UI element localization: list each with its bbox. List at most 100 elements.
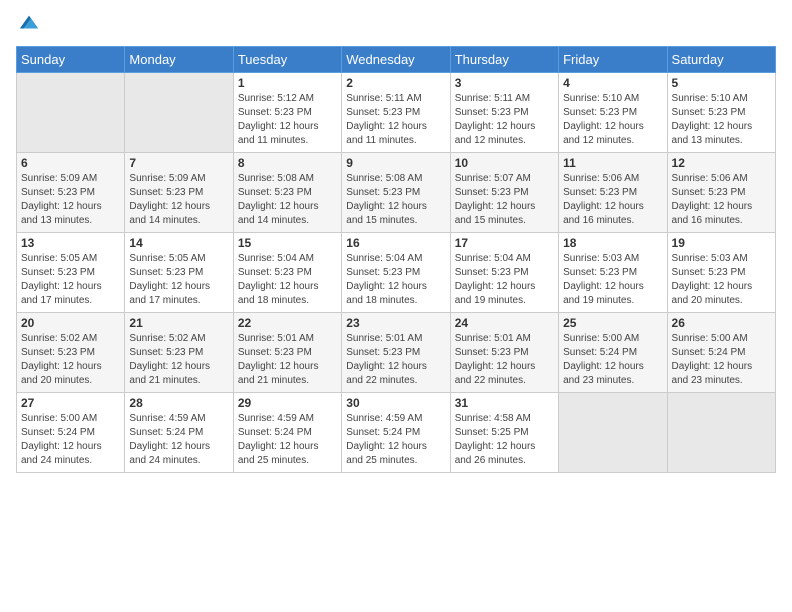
day-info: Sunrise: 5:11 AM Sunset: 5:23 PM Dayligh… (346, 92, 445, 148)
weekday-header: Tuesday (233, 47, 341, 73)
calendar-cell: 17 Sunrise: 5:04 AM Sunset: 5:23 PM Dayli… (450, 233, 558, 313)
day-info: Sunrise: 5:01 AM Sunset: 5:23 PM Dayligh… (238, 332, 337, 388)
day-number: 23 (346, 316, 445, 330)
weekday-header-row: SundayMondayTuesdayWednesdayThursdayFrid… (17, 47, 776, 73)
calendar-cell: 11Sunrise: 5:06 AM Sunset: 5:23 PM Dayli… (559, 153, 667, 233)
day-info: Sunrise: 5:10 AM Sunset: 5:23 PM Dayligh… (563, 92, 662, 148)
day-number: 26 (672, 316, 771, 330)
calendar-cell: 7Sunrise: 5:09 AM Sunset: 5:23 PM Daylig… (125, 153, 233, 233)
day-info: Sunrise: 5:02 AM Sunset: 5:23 PM Dayligh… (129, 332, 228, 388)
calendar-cell: 6 Sunrise: 5:09 AM Sunset: 5:23 PM Daylig… (17, 153, 125, 233)
weekday-header: Thursday (450, 47, 558, 73)
calendar-week-row: 1 Sunrise: 5:12 AM Sunset: 5:23 PM Daylig… (17, 73, 776, 153)
calendar-week-row: 27 Sunrise: 5:00 AM Sunset: 5:24 PM Dayli… (17, 393, 776, 473)
calendar-cell (667, 393, 775, 473)
day-number: 8 (238, 156, 337, 170)
calendar-cell: 13 Sunrise: 5:05 AM Sunset: 5:23 PM Dayli… (17, 233, 125, 313)
calendar-week-row: 6 Sunrise: 5:09 AM Sunset: 5:23 PM Daylig… (17, 153, 776, 233)
day-number: 24 (455, 316, 554, 330)
calendar-cell: 3 Sunrise: 5:11 AM Sunset: 5:23 PM Daylig… (450, 73, 558, 153)
calendar-cell: 22 Sunrise: 5:01 AM Sunset: 5:23 PM Dayli… (233, 313, 341, 393)
logo (16, 16, 40, 34)
day-info: Sunrise: 4:59 AM Sunset: 5:24 PM Dayligh… (129, 412, 228, 468)
calendar-cell: 26 Sunrise: 5:00 AM Sunset: 5:24 PM Dayli… (667, 313, 775, 393)
calendar-cell: 10Sunrise: 5:07 AM Sunset: 5:23 PM Dayli… (450, 153, 558, 233)
calendar-table: SundayMondayTuesdayWednesdayThursdayFrid… (16, 46, 776, 473)
calendar-cell: 8 Sunrise: 5:08 AM Sunset: 5:23 PM Daylig… (233, 153, 341, 233)
calendar-cell (125, 73, 233, 153)
day-number: 30 (346, 396, 445, 410)
day-info: Sunrise: 5:03 AM Sunset: 5:23 PM Dayligh… (672, 252, 771, 308)
day-info: Sunrise: 4:59 AM Sunset: 5:24 PM Dayligh… (346, 412, 445, 468)
day-number: 19 (672, 236, 771, 250)
day-info: Sunrise: 5:09 AM Sunset: 5:23 PM Dayligh… (21, 172, 120, 228)
calendar-cell: 16 Sunrise: 5:04 AM Sunset: 5:23 PM Dayli… (342, 233, 450, 313)
day-number: 31 (455, 396, 554, 410)
weekday-header: Friday (559, 47, 667, 73)
day-number: 3 (455, 76, 554, 90)
calendar-cell: 21 Sunrise: 5:02 AM Sunset: 5:23 PM Dayli… (125, 313, 233, 393)
weekday-header: Monday (125, 47, 233, 73)
logo-icon (18, 12, 40, 34)
calendar-cell: 18 Sunrise: 5:03 AM Sunset: 5:23 PM Dayli… (559, 233, 667, 313)
day-number: 15 (238, 236, 337, 250)
day-number: 14 (129, 236, 228, 250)
calendar-cell: 14 Sunrise: 5:05 AM Sunset: 5:23 PM Dayli… (125, 233, 233, 313)
day-info: Sunrise: 5:01 AM Sunset: 5:23 PM Dayligh… (455, 332, 554, 388)
day-number: 21 (129, 316, 228, 330)
day-info: Sunrise: 5:04 AM Sunset: 5:23 PM Dayligh… (238, 252, 337, 308)
day-info: Sunrise: 5:06 AM Sunset: 5:23 PM Dayligh… (563, 172, 662, 228)
page-header (16, 16, 776, 34)
calendar-cell: 9 Sunrise: 5:08 AM Sunset: 5:23 PM Daylig… (342, 153, 450, 233)
day-info: Sunrise: 5:08 AM Sunset: 5:23 PM Dayligh… (238, 172, 337, 228)
day-number: 7 (129, 156, 228, 170)
day-number: 18 (563, 236, 662, 250)
day-number: 6 (21, 156, 120, 170)
day-info: Sunrise: 5:00 AM Sunset: 5:24 PM Dayligh… (672, 332, 771, 388)
weekday-header: Saturday (667, 47, 775, 73)
day-info: Sunrise: 5:01 AM Sunset: 5:23 PM Dayligh… (346, 332, 445, 388)
calendar-cell: 23 Sunrise: 5:01 AM Sunset: 5:23 PM Dayli… (342, 313, 450, 393)
calendar-week-row: 20 Sunrise: 5:02 AM Sunset: 5:23 PM Dayli… (17, 313, 776, 393)
calendar-cell: 31 Sunrise: 4:58 AM Sunset: 5:25 PM Dayli… (450, 393, 558, 473)
day-number: 5 (672, 76, 771, 90)
day-number: 4 (563, 76, 662, 90)
day-info: Sunrise: 5:08 AM Sunset: 5:23 PM Dayligh… (346, 172, 445, 228)
day-info: Sunrise: 5:00 AM Sunset: 5:24 PM Dayligh… (563, 332, 662, 388)
day-number: 25 (563, 316, 662, 330)
day-info: Sunrise: 5:05 AM Sunset: 5:23 PM Dayligh… (129, 252, 228, 308)
day-info: Sunrise: 5:04 AM Sunset: 5:23 PM Dayligh… (346, 252, 445, 308)
day-info: Sunrise: 4:58 AM Sunset: 5:25 PM Dayligh… (455, 412, 554, 468)
day-info: Sunrise: 5:03 AM Sunset: 5:23 PM Dayligh… (563, 252, 662, 308)
calendar-cell: 27 Sunrise: 5:00 AM Sunset: 5:24 PM Dayli… (17, 393, 125, 473)
calendar-cell: 2 Sunrise: 5:11 AM Sunset: 5:23 PM Daylig… (342, 73, 450, 153)
day-number: 2 (346, 76, 445, 90)
day-number: 22 (238, 316, 337, 330)
calendar-cell: 19 Sunrise: 5:03 AM Sunset: 5:23 PM Dayli… (667, 233, 775, 313)
day-number: 1 (238, 76, 337, 90)
calendar-cell: 4 Sunrise: 5:10 AM Sunset: 5:23 PM Daylig… (559, 73, 667, 153)
calendar-week-row: 13 Sunrise: 5:05 AM Sunset: 5:23 PM Dayli… (17, 233, 776, 313)
day-number: 20 (21, 316, 120, 330)
day-info: Sunrise: 5:04 AM Sunset: 5:23 PM Dayligh… (455, 252, 554, 308)
day-number: 10 (455, 156, 554, 170)
day-number: 17 (455, 236, 554, 250)
day-info: Sunrise: 5:05 AM Sunset: 5:23 PM Dayligh… (21, 252, 120, 308)
day-number: 29 (238, 396, 337, 410)
calendar-cell: 20Sunrise: 5:02 AM Sunset: 5:23 PM Dayli… (17, 313, 125, 393)
calendar-cell (559, 393, 667, 473)
day-number: 16 (346, 236, 445, 250)
day-number: 12 (672, 156, 771, 170)
calendar-cell: 29Sunrise: 4:59 AM Sunset: 5:24 PM Dayli… (233, 393, 341, 473)
calendar-cell: 15 Sunrise: 5:04 AM Sunset: 5:23 PM Dayli… (233, 233, 341, 313)
day-number: 9 (346, 156, 445, 170)
day-info: Sunrise: 5:00 AM Sunset: 5:24 PM Dayligh… (21, 412, 120, 468)
day-number: 13 (21, 236, 120, 250)
calendar-cell: 1 Sunrise: 5:12 AM Sunset: 5:23 PM Daylig… (233, 73, 341, 153)
day-number: 27 (21, 396, 120, 410)
calendar-cell: 24 Sunrise: 5:01 AM Sunset: 5:23 PM Dayli… (450, 313, 558, 393)
day-info: Sunrise: 5:06 AM Sunset: 5:23 PM Dayligh… (672, 172, 771, 228)
day-info: Sunrise: 5:11 AM Sunset: 5:23 PM Dayligh… (455, 92, 554, 148)
day-number: 28 (129, 396, 228, 410)
day-info: Sunrise: 5:12 AM Sunset: 5:23 PM Dayligh… (238, 92, 337, 148)
